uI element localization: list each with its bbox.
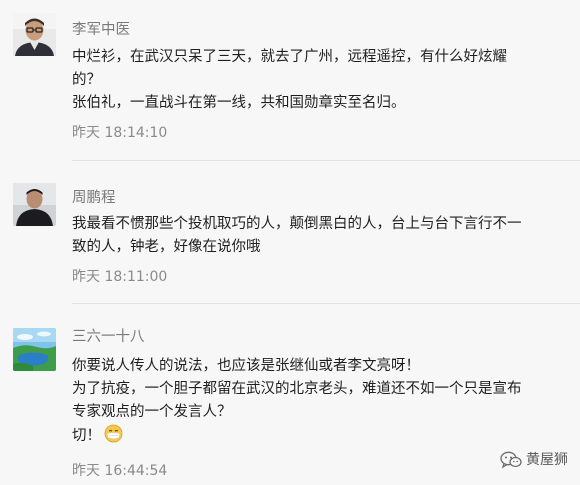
- commenter-name[interactable]: 周鹏程: [72, 189, 116, 207]
- comment-timestamp: 昨天 16:44:54: [72, 463, 168, 479]
- comment-line: 专家观点的一个发言人？: [72, 404, 232, 420]
- commenter-name[interactable]: 李军中医: [72, 21, 130, 39]
- avatar-man-glasses-icon: [13, 13, 56, 56]
- comment-line: 致的人，钟老，好像在说你哦: [72, 239, 261, 255]
- commenter-name[interactable]: 三六一十八: [72, 328, 145, 346]
- comment-line: 中烂衫，在武汉只呆了三天，就去了广州，远程遥控，有什么好炫耀: [72, 49, 507, 65]
- comment-list: 李军中医 中烂衫，在武汉只呆了三天，就去了广州，远程遥控，有什么好炫耀 的？ 张…: [0, 0, 580, 485]
- comment-timestamp: 昨天 18:14:10: [72, 125, 168, 141]
- divider: [72, 303, 580, 304]
- watermark: 黄屋狮: [500, 451, 568, 469]
- comment-text: 我最看不惯那些个投机取巧的人，颠倒黑白的人，台上与台下言行不一 致的人，钟老，好…: [72, 213, 562, 259]
- comment-text: 中烂衫，在武汉只呆了三天，就去了广州，远程遥控，有什么好炫耀 的？ 张伯礼，一直…: [72, 46, 562, 115]
- comment-line: 为了抗疫，一个胆子都留在武汉的北京老头，难道还不如一个只是宣布: [72, 381, 522, 397]
- avatar-landscape-lake-icon: [13, 328, 56, 371]
- wechat-icon: [500, 451, 522, 469]
- comment-line: 我最看不惯那些个投机取巧的人，颠倒黑白的人，台上与台下言行不一: [72, 216, 522, 232]
- avatar[interactable]: [13, 328, 56, 371]
- watermark-text: 黄屋狮: [526, 452, 568, 468]
- divider: [72, 160, 580, 161]
- comment-line: 张伯礼，一直战斗在第一线，共和国勋章实至名归。: [72, 95, 406, 111]
- avatar-man-dark-shirt-icon: [13, 183, 56, 226]
- comment-line: 的？: [72, 72, 101, 88]
- comment-line: 切！: [72, 428, 101, 444]
- avatar[interactable]: [13, 13, 56, 56]
- comment-text: 你要说人传人的说法，也应该是张继仙或者李文亮呀！ 为了抗疫，一个胆子都留在武汉的…: [72, 355, 562, 448]
- comment-timestamp: 昨天 18:11:00: [72, 269, 168, 285]
- mask-face-emoji-icon: [104, 424, 123, 443]
- comment-line-with-emoji: 切！: [72, 424, 562, 448]
- avatar[interactable]: [13, 183, 56, 226]
- comment-line: 你要说人传人的说法，也应该是张继仙或者李文亮呀！: [72, 358, 420, 374]
